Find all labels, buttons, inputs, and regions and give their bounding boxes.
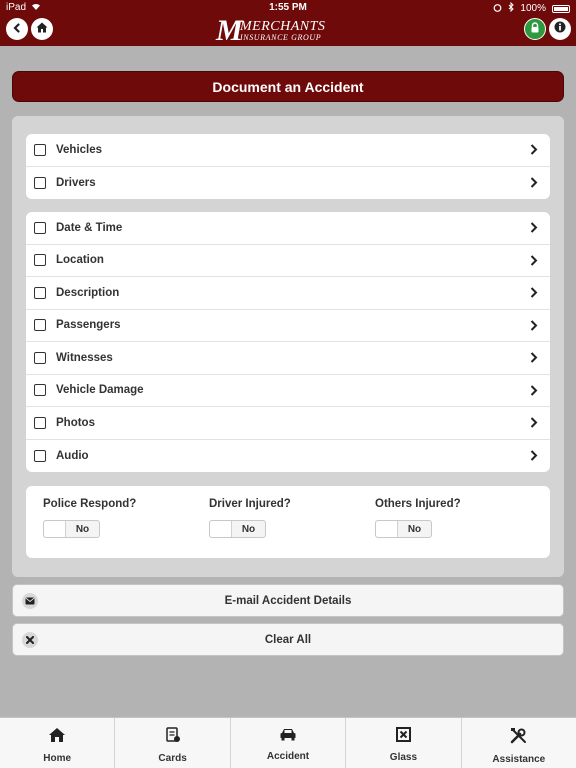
list-item-label: Photos <box>56 416 95 429</box>
checkbox[interactable] <box>34 176 46 189</box>
question-label: Others Injured? <box>375 498 461 510</box>
checkbox[interactable] <box>34 449 46 462</box>
lock-icon <box>530 20 540 38</box>
clear-all-button[interactable]: Clear All <box>12 623 564 656</box>
question-others-injured: Others Injured? No <box>375 498 461 538</box>
police-respond-toggle[interactable]: No <box>43 520 100 538</box>
list-item-label: Drivers <box>56 176 96 189</box>
home-icon <box>48 727 66 748</box>
status-bar: iPad 1:55 PM 100% <box>0 0 576 16</box>
envelope-icon <box>22 593 38 609</box>
checkbox[interactable] <box>34 416 46 429</box>
question-label: Driver Injured? <box>209 498 291 510</box>
chevron-right-icon <box>524 320 544 331</box>
party-group: Vehicles Drivers <box>26 134 550 199</box>
toggle-knob <box>44 521 66 537</box>
cards-icon <box>165 727 181 748</box>
tab-accident[interactable]: Accident <box>231 718 347 768</box>
alarm-icon <box>493 3 502 15</box>
nav-bar: M MERCHANTS INSURANCE GROUP <box>0 14 576 47</box>
accident-form-panel: Vehicles Drivers Date & Time Location De… <box>12 116 564 577</box>
battery-icon <box>552 4 570 13</box>
toggle-value: No <box>75 523 90 535</box>
list-item-vehicles[interactable]: Vehicles <box>26 134 550 167</box>
list-item-label: Description <box>56 286 120 299</box>
page-title: Document an Accident <box>12 71 564 102</box>
driver-injured-toggle[interactable]: No <box>209 520 266 538</box>
chevron-right-icon <box>524 287 544 298</box>
battery-percent: 100% <box>520 3 546 14</box>
list-item-label: Location <box>56 254 104 267</box>
merchants-logo: M MERCHANTS INSURANCE GROUP <box>216 14 326 47</box>
chevron-right-icon <box>524 450 544 461</box>
status-time: 1:55 PM <box>269 2 307 13</box>
toggle-value: No <box>407 523 422 535</box>
tab-label: Accident <box>266 751 310 762</box>
list-item-label: Vehicles <box>56 143 103 156</box>
checkbox[interactable] <box>34 143 46 156</box>
list-item-photos[interactable]: Photos <box>26 407 550 440</box>
list-item-label: Audio <box>56 449 89 462</box>
tab-label: Home <box>43 753 72 764</box>
tab-glass[interactable]: Glass <box>346 718 462 768</box>
toggle-knob <box>376 521 398 537</box>
checkbox[interactable] <box>34 384 46 397</box>
chevron-right-icon <box>524 352 544 363</box>
tab-bar: Home Cards Accident Glass Assistance <box>0 717 576 768</box>
email-accident-details-button[interactable]: E-mail Accident Details <box>12 584 564 617</box>
toggle-value: No <box>241 523 256 535</box>
question-label: Police Respond? <box>43 498 137 510</box>
question-police-respond: Police Respond? No <box>43 498 136 538</box>
tab-assistance[interactable]: Assistance <box>462 718 576 768</box>
tab-label: Cards <box>158 753 187 764</box>
tab-label: Glass <box>389 752 418 763</box>
button-label: Clear All <box>264 633 312 646</box>
list-item-drivers[interactable]: Drivers <box>26 167 550 200</box>
tab-label: Assistance <box>492 754 546 765</box>
info-button[interactable] <box>549 18 571 40</box>
tab-home[interactable]: Home <box>0 718 116 768</box>
chevron-right-icon <box>524 222 544 233</box>
home-button[interactable] <box>31 18 53 40</box>
list-item-label: Passengers <box>56 319 121 332</box>
chevron-right-icon <box>524 417 544 428</box>
glass-icon <box>395 727 411 747</box>
checkbox[interactable] <box>34 254 46 267</box>
list-item-description[interactable]: Description <box>26 277 550 310</box>
list-item-passengers[interactable]: Passengers <box>26 310 550 342</box>
details-group: Date & Time Location Description Passeng… <box>26 212 550 472</box>
checkbox[interactable] <box>34 286 46 299</box>
question-driver-injured: Driver Injured? No <box>209 498 291 538</box>
back-button[interactable] <box>6 18 28 40</box>
list-item-audio[interactable]: Audio <box>26 440 550 473</box>
chevron-left-icon <box>12 20 22 38</box>
chevron-right-icon <box>524 177 544 188</box>
checkbox[interactable] <box>34 319 46 332</box>
chevron-right-icon <box>524 255 544 266</box>
others-injured-toggle[interactable]: No <box>375 520 432 538</box>
info-icon <box>554 20 566 38</box>
injury-questions: Police Respond? No Driver Injured? No Ot… <box>26 486 550 558</box>
close-icon <box>22 632 38 648</box>
checkbox[interactable] <box>34 351 46 364</box>
chevron-right-icon <box>524 144 544 155</box>
list-item-location[interactable]: Location <box>26 245 550 277</box>
bluetooth-icon <box>508 1 515 15</box>
list-item-label: Vehicle Damage <box>56 384 144 397</box>
list-item-date-time[interactable]: Date & Time <box>26 212 550 245</box>
tools-icon <box>510 727 527 749</box>
list-item-vehicle-damage[interactable]: Vehicle Damage <box>26 375 550 407</box>
checkbox[interactable] <box>34 221 46 234</box>
list-item-witnesses[interactable]: Witnesses <box>26 342 550 375</box>
lock-button[interactable] <box>524 18 546 40</box>
toggle-knob <box>210 521 232 537</box>
home-icon <box>36 20 48 38</box>
car-icon <box>279 727 297 746</box>
list-item-label: Date & Time <box>56 221 123 234</box>
tab-cards[interactable]: Cards <box>115 718 231 768</box>
chevron-right-icon <box>524 385 544 396</box>
list-item-label: Witnesses <box>56 351 113 364</box>
button-label: E-mail Accident Details <box>224 594 352 607</box>
